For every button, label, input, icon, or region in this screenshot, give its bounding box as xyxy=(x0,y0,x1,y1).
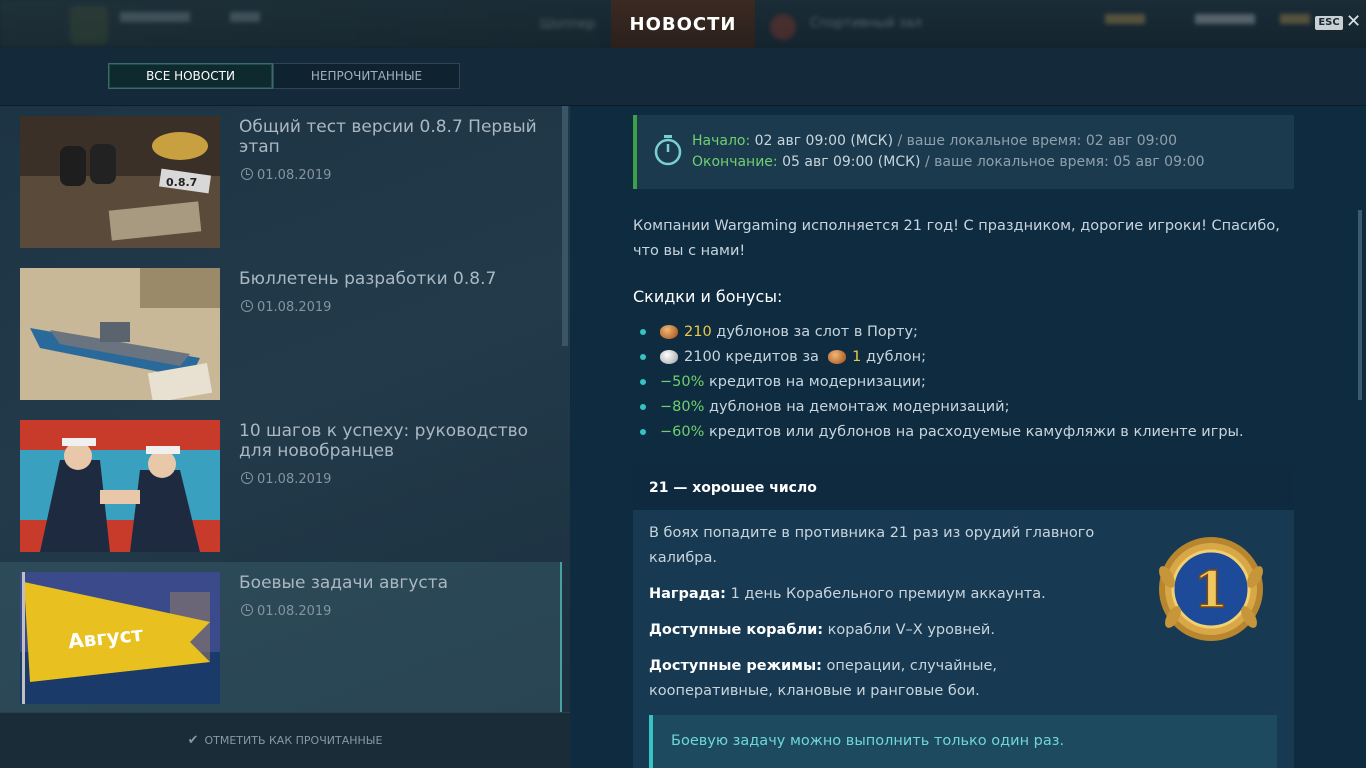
mission-description: В боях попадите в противника 21 раз из о… xyxy=(649,525,1095,566)
article-scrollbar[interactable] xyxy=(1358,210,1362,400)
bonus-percent: −60% xyxy=(660,424,705,440)
bullet-icon xyxy=(640,379,646,385)
mission-ships: Доступные корабли: корабли V–X уровней. xyxy=(649,618,1119,643)
news-title: 10 шагов к успеху: руководство для новоб… xyxy=(239,421,529,461)
blurred-port-header: Шоппер xyxy=(0,0,600,48)
tab-all-news[interactable]: ВСЕ НОВОСТИ xyxy=(108,63,273,89)
bullet-icon xyxy=(640,404,646,410)
blurred-left-label: Шоппер xyxy=(540,17,596,32)
blurred-resources: Спортивный зал xyxy=(770,0,1366,48)
discounts-heading: Скидки и бонусы: xyxy=(633,287,783,306)
modes-label: Доступные режимы: xyxy=(649,658,822,674)
news-list-item[interactable]: 10 шагов к успеху: руководство для новоб… xyxy=(0,410,562,562)
bonus-value: 1 xyxy=(852,349,862,365)
laurel-medal-icon: 1 xyxy=(1159,537,1263,641)
news-title: Общий тест версии 0.8.7 Первый этап xyxy=(239,117,537,157)
bonus-value: 210 xyxy=(684,324,712,340)
bonus-percent: −50% xyxy=(660,374,705,390)
news-date-text: 01.08.2019 xyxy=(257,168,332,183)
top-navigation-bar: Шоппер Спортивный зал НОВОСТИ ESC ✕ xyxy=(0,0,1366,48)
end-label: Окончание: xyxy=(692,154,778,170)
bullet-icon xyxy=(640,329,646,335)
esc-key-hint: ESC xyxy=(1315,16,1343,30)
bonus-item: −60% кредитов или дублонов на расходуемы… xyxy=(640,424,1244,440)
news-thumbnail xyxy=(20,268,220,400)
mission-reward: Награда: 1 день Корабельного премиум акк… xyxy=(649,582,1119,607)
bonus-item: 210 дублонов за слот в Порту; xyxy=(640,324,918,340)
news-title: Боевые задачи августа xyxy=(239,573,449,593)
blurred-center-label: Спортивный зал xyxy=(810,16,922,31)
end-value: 05 авг 09:00 (МСК) xyxy=(782,154,921,170)
bonus-percent: −80% xyxy=(660,399,705,415)
reward-value: 1 день Корабельного премиум аккаунта. xyxy=(730,586,1046,602)
tab-unread[interactable]: НЕПРОЧИТАННЫЕ xyxy=(273,63,460,89)
event-start-line: Начало: 02 авг 09:00 (МСК) / ваше локаль… xyxy=(692,133,1177,149)
credits-icon xyxy=(660,350,678,364)
bonus-item: −50% кредитов на модернизации; xyxy=(640,374,926,390)
clock-icon xyxy=(241,300,253,312)
news-thumbnail xyxy=(20,420,220,552)
clock-icon xyxy=(241,604,253,616)
bonus-text: дублонов за слот в Порту; xyxy=(716,324,918,340)
combat-mission-card: 21 — хорошее число В боях попадите в про… xyxy=(633,465,1294,768)
news-list-item[interactable]: Бюллетень разработки 0.8.7 01.08.2019 xyxy=(0,258,562,410)
close-icon[interactable]: ✕ xyxy=(1346,12,1361,32)
news-date-text: 01.08.2019 xyxy=(257,604,332,619)
event-end-line: Окончание: 05 авг 09:00 (МСК) / ваше лок… xyxy=(692,154,1205,170)
binoculars-desk-image: 0.8.7 xyxy=(20,116,220,248)
officers-handshake-image xyxy=(20,420,220,552)
event-time-box: Начало: 02 авг 09:00 (МСК) / ваше локаль… xyxy=(633,115,1294,189)
reward-label: Награда: xyxy=(649,586,726,602)
end-local: / ваше локальное время: 05 авг 09:00 xyxy=(924,154,1205,170)
mission-title: 21 — хорошее число xyxy=(633,465,1294,510)
ships-value: корабли V–X уровней. xyxy=(827,622,995,638)
doubloon-icon xyxy=(828,350,847,364)
news-date: 01.08.2019 xyxy=(241,300,331,315)
mark-read-button[interactable]: ✔ ОТМЕТИТЬ КАК ПРОЧИТАННЫЕ xyxy=(0,712,570,768)
start-value: 02 авг 09:00 (МСК) xyxy=(754,133,894,149)
news-thumbnail: 0.8.7 xyxy=(20,116,220,248)
article-intro: Компании Wargaming исполняется 21 год! С… xyxy=(633,218,1280,259)
article-pane: Начало: 02 авг 09:00 (МСК) / ваше локаль… xyxy=(570,106,1366,768)
clock-icon xyxy=(241,168,253,180)
bonus-text: кредитов или дублонов на расходуемые кам… xyxy=(709,424,1244,440)
doubloon-icon xyxy=(660,325,678,339)
mission-modes: Доступные режимы: операции, случайные, к… xyxy=(649,654,1119,704)
ships-label: Доступные корабли: xyxy=(649,622,824,638)
ship-model-image xyxy=(20,268,220,400)
news-date: 01.08.2019 xyxy=(241,472,331,487)
mission-note: Боевую задачу можно выполнить только оди… xyxy=(649,715,1277,768)
bonus-item: 2100 кредитов за 1 дублон; xyxy=(640,349,926,365)
stopwatch-icon xyxy=(654,135,682,166)
filter-bar: ВСЕ НОВОСТИ НЕПРОЧИТАННЫЕ xyxy=(0,48,1366,106)
medal-number: 1 xyxy=(1194,560,1229,619)
bonus-text: кредитов на модернизации; xyxy=(709,374,926,390)
bonus-item: −80% дублонов на демонтаж модернизаций; xyxy=(640,399,1009,415)
news-thumbnail: Август xyxy=(20,572,220,704)
news-list-pane: 0.8.7 Общий тест версии 0.8.7 Первый эта… xyxy=(0,106,570,768)
double-check-icon: ✔ xyxy=(187,733,199,748)
news-list-item-selected[interactable]: Август Боевые задачи августа 01.08.2019 xyxy=(0,562,562,714)
news-date-text: 01.08.2019 xyxy=(257,300,332,315)
clock-icon xyxy=(241,472,253,484)
august-flag-image: Август xyxy=(20,572,220,704)
news-date: 01.08.2019 xyxy=(241,168,331,183)
mark-read-label: ОТМЕТИТЬ КАК ПРОЧИТАННЫЕ xyxy=(204,734,383,747)
news-tab[interactable]: НОВОСТИ xyxy=(611,0,755,48)
news-tab-label: НОВОСТИ xyxy=(629,13,737,35)
news-date: 01.08.2019 xyxy=(241,604,331,619)
version-badge-text: 0.8.7 xyxy=(166,176,197,189)
bonus-text-tail: дублон; xyxy=(865,349,927,365)
bonus-text: 2100 кредитов за xyxy=(684,349,819,365)
start-local: / ваше локальное время: 02 авг 09:00 xyxy=(897,133,1178,149)
bullet-icon xyxy=(640,429,646,435)
news-list-item[interactable]: 0.8.7 Общий тест версии 0.8.7 Первый эта… xyxy=(0,106,562,258)
start-label: Начало: xyxy=(692,133,751,149)
bonus-text: дублонов на демонтаж модернизаций; xyxy=(709,399,1010,415)
bullet-icon xyxy=(640,354,646,360)
news-list-scrollbar[interactable] xyxy=(562,106,568,346)
news-date-text: 01.08.2019 xyxy=(257,472,332,487)
news-title: Бюллетень разработки 0.8.7 xyxy=(239,269,497,289)
